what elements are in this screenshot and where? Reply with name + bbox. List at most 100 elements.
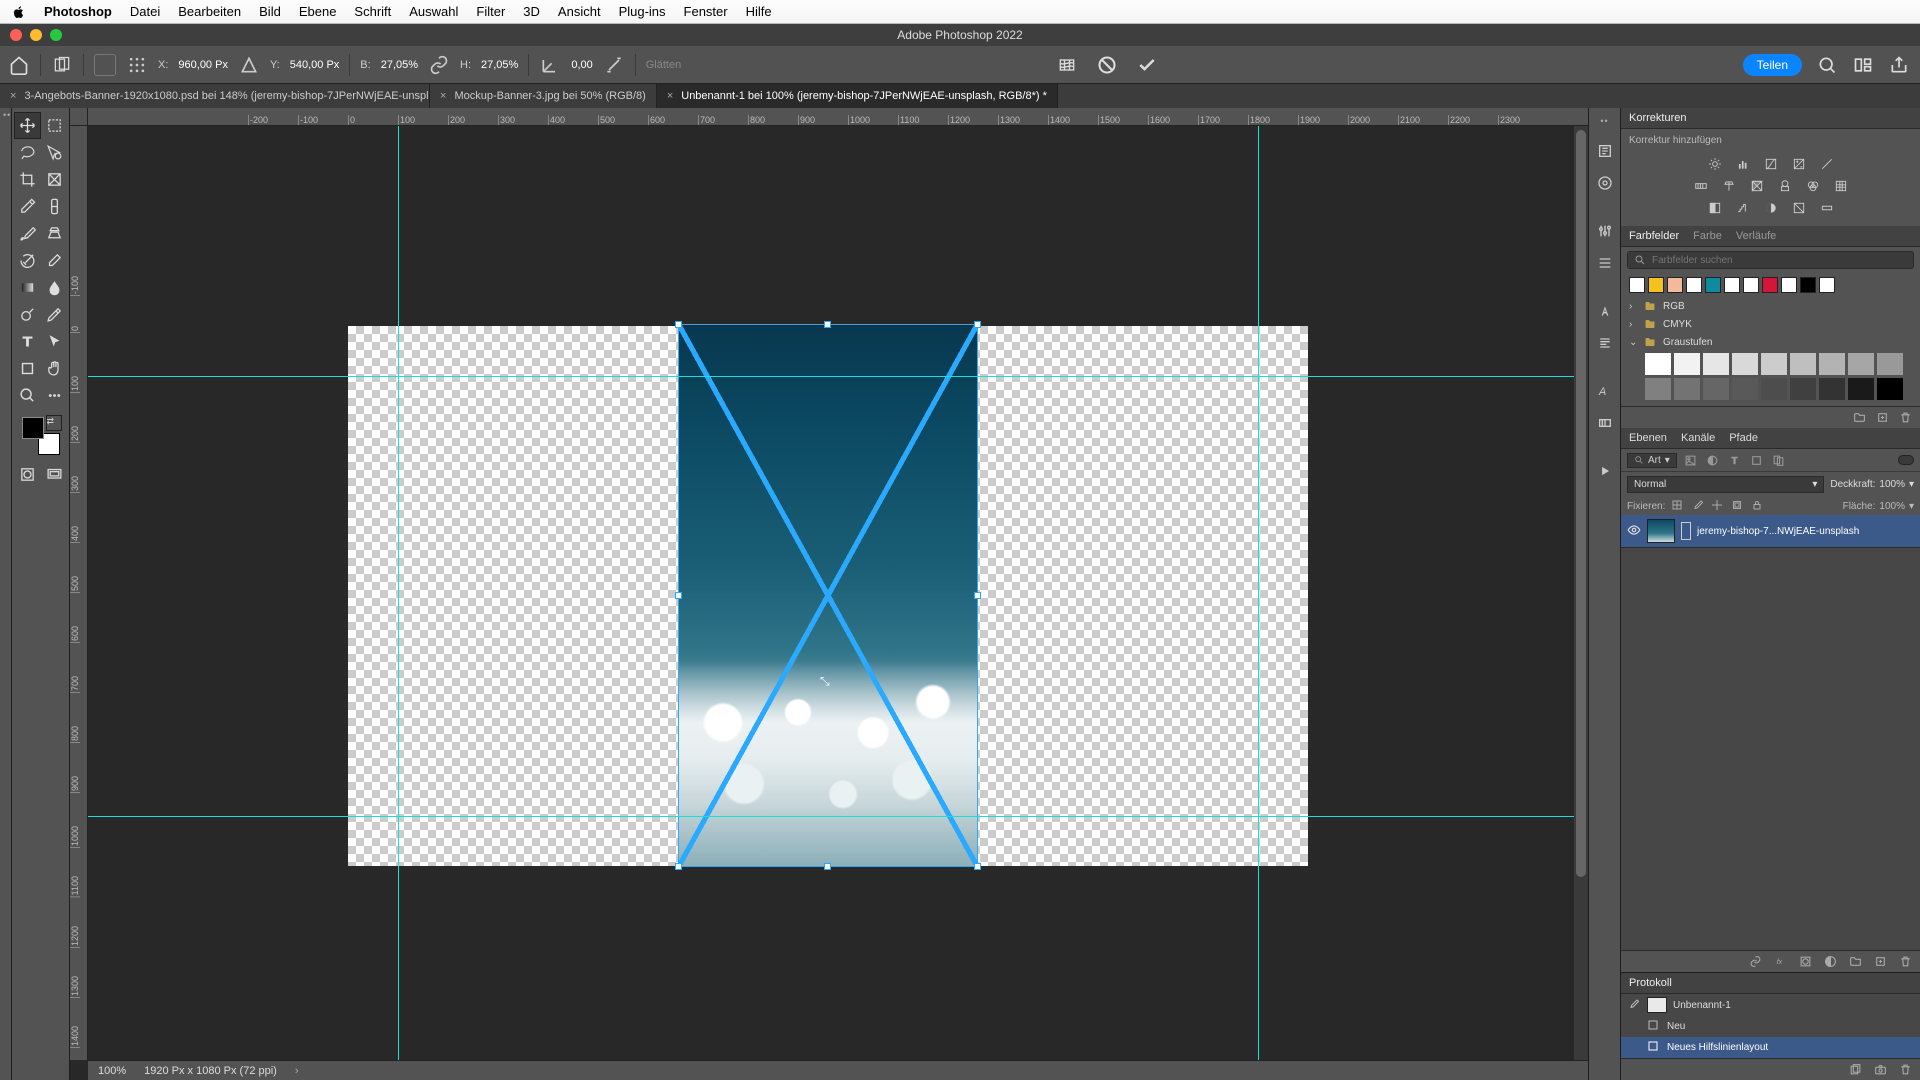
- swatch[interactable]: [1703, 378, 1729, 400]
- menu-fenster[interactable]: Fenster: [684, 4, 728, 19]
- guide-horizontal[interactable]: [88, 376, 1588, 377]
- panel-tab-protokoll[interactable]: Protokoll: [1629, 977, 1672, 989]
- panel-tab-farbfelder[interactable]: Farbfelder: [1629, 230, 1679, 242]
- actions-panel-icon[interactable]: [1594, 460, 1616, 482]
- swatch[interactable]: [1819, 277, 1835, 293]
- swatch[interactable]: [1667, 277, 1683, 293]
- opt-y-value[interactable]: 540,00 Px: [290, 59, 340, 71]
- adj-exposure-icon[interactable]: [1789, 156, 1809, 172]
- menu-schrift[interactable]: Schrift: [354, 4, 391, 19]
- document-tab[interactable]: ×3-Angebots-Banner-1920x1080.psd bei 148…: [0, 84, 430, 108]
- reference-point-grid-icon[interactable]: [126, 54, 148, 76]
- pen-tool[interactable]: [41, 301, 68, 328]
- glyphs-panel-icon[interactable]: A: [1594, 380, 1616, 402]
- adj-posterize-icon[interactable]: [1733, 200, 1753, 216]
- swatch[interactable]: [1724, 277, 1740, 293]
- eraser-tool[interactable]: [41, 247, 68, 274]
- opt-smooth-label[interactable]: Glätten: [646, 59, 681, 71]
- history-brush-target-icon[interactable]: [1627, 998, 1641, 1013]
- menu-filter[interactable]: Filter: [476, 4, 505, 19]
- close-icon[interactable]: ×: [667, 90, 673, 102]
- layer-filter-kind[interactable]: Art▾: [1627, 453, 1677, 468]
- history-state[interactable]: Neues Hilfslinienlayout: [1621, 1037, 1920, 1058]
- adj-vibrance-icon[interactable]: [1817, 156, 1837, 172]
- warp-icon[interactable]: [1056, 54, 1078, 76]
- history-snapshot[interactable]: Unbenannt-1: [1621, 994, 1920, 1016]
- adj-levels-icon[interactable]: [1733, 156, 1753, 172]
- document-tab[interactable]: ×Mockup-Banner-3.jpg bei 50% (RGB/8): [430, 84, 657, 108]
- screenmode-toggle[interactable]: [41, 461, 68, 488]
- filter-pixel-icon[interactable]: [1683, 452, 1699, 468]
- workspace-icon[interactable]: [1852, 54, 1874, 76]
- swatch[interactable]: [1732, 353, 1758, 375]
- swatch[interactable]: [1648, 277, 1664, 293]
- skew-icon[interactable]: [603, 54, 625, 76]
- swatch[interactable]: [1674, 353, 1700, 375]
- history-state[interactable]: Neu: [1621, 1016, 1920, 1037]
- shape-tool[interactable]: [14, 355, 41, 382]
- delta-icon[interactable]: [238, 54, 260, 76]
- eyedropper-tool[interactable]: [14, 193, 41, 220]
- adj-bw-icon[interactable]: [1747, 178, 1767, 194]
- clone-stamp-tool[interactable]: [41, 220, 68, 247]
- swatch[interactable]: [1781, 277, 1797, 293]
- frame-tool[interactable]: [41, 166, 68, 193]
- dodge-tool[interactable]: [14, 301, 41, 328]
- adj-curves-icon[interactable]: [1761, 156, 1781, 172]
- adj-colorlookup-icon[interactable]: [1831, 178, 1851, 194]
- blend-mode-select[interactable]: Normal▾: [1627, 476, 1824, 493]
- new-snapshot-icon[interactable]: [1874, 1063, 1887, 1076]
- layer-thumbnail[interactable]: [1647, 519, 1675, 543]
- place-tool-icon[interactable]: [51, 54, 73, 76]
- gradient-tool[interactable]: [14, 274, 41, 301]
- menu-plugins[interactable]: Plug-ins: [619, 4, 666, 19]
- guide-horizontal[interactable]: [88, 816, 1588, 817]
- swatch-group-cmyk[interactable]: ›CMYK: [1621, 315, 1920, 333]
- opt-h-value[interactable]: 27,05%: [481, 59, 518, 71]
- left-dock-spine[interactable]: ••: [0, 108, 12, 1080]
- folder-icon[interactable]: [1853, 411, 1866, 424]
- document-info[interactable]: 1920 Px x 1080 Px (72 ppi): [144, 1065, 277, 1077]
- menu-auswahl[interactable]: Auswahl: [409, 4, 458, 19]
- guide-vertical[interactable]: [1258, 126, 1259, 1060]
- ruler-vertical[interactable]: -100010020030040050060070080090010001100…: [70, 126, 88, 1060]
- ruler-horizontal[interactable]: -200-10001002003004005006007008009001000…: [88, 108, 1588, 126]
- trash-icon[interactable]: [1899, 1063, 1912, 1076]
- properties-panel-icon[interactable]: [1594, 172, 1616, 194]
- swatch[interactable]: [1703, 353, 1729, 375]
- swatch[interactable]: [1877, 353, 1903, 375]
- home-icon[interactable]: [8, 54, 30, 76]
- panel-tab-verlaeufe[interactable]: Verläufe: [1736, 230, 1776, 242]
- brush-tool[interactable]: [14, 220, 41, 247]
- hand-tool[interactable]: [41, 355, 68, 382]
- guide-vertical[interactable]: [398, 126, 399, 1060]
- link-wh-icon[interactable]: [428, 54, 450, 76]
- panel-tab-farbe[interactable]: Farbe: [1693, 230, 1722, 242]
- lock-paint-icon[interactable]: [1691, 499, 1705, 513]
- swatch[interactable]: [1645, 378, 1671, 400]
- placed-image[interactable]: [678, 326, 978, 866]
- swatch[interactable]: [1848, 378, 1874, 400]
- opt-x-value[interactable]: 960,00 Px: [178, 59, 228, 71]
- swatch-search-input[interactable]: [1652, 255, 1907, 266]
- swap-colors-icon[interactable]: ⇄: [46, 415, 62, 431]
- menu-3d[interactable]: 3D: [523, 4, 540, 19]
- window-minimize-button[interactable]: [30, 29, 42, 41]
- menu-bearbeiten[interactable]: Bearbeiten: [178, 4, 241, 19]
- swatch[interactable]: [1790, 378, 1816, 400]
- reference-point-selector[interactable]: [94, 54, 116, 76]
- share-export-icon[interactable]: [1888, 54, 1910, 76]
- swatch[interactable]: [1743, 277, 1759, 293]
- adj-selectivecolor-icon[interactable]: [1817, 200, 1837, 216]
- move-tool[interactable]: [14, 112, 41, 139]
- statusbar-caret-icon[interactable]: ›: [295, 1065, 299, 1077]
- swatch[interactable]: [1761, 378, 1787, 400]
- visibility-toggle-icon[interactable]: [1627, 523, 1641, 540]
- swatch-group-rgb[interactable]: ›RGB: [1621, 297, 1920, 315]
- lock-position-icon[interactable]: [1711, 499, 1725, 513]
- crop-tool[interactable]: [14, 166, 41, 193]
- adj-colorbalance-icon[interactable]: [1719, 178, 1739, 194]
- panel-tab-kanaele[interactable]: Kanäle: [1681, 432, 1715, 444]
- panel-tab-korrekturen[interactable]: Korrekturen: [1629, 112, 1686, 124]
- swatch[interactable]: [1790, 353, 1816, 375]
